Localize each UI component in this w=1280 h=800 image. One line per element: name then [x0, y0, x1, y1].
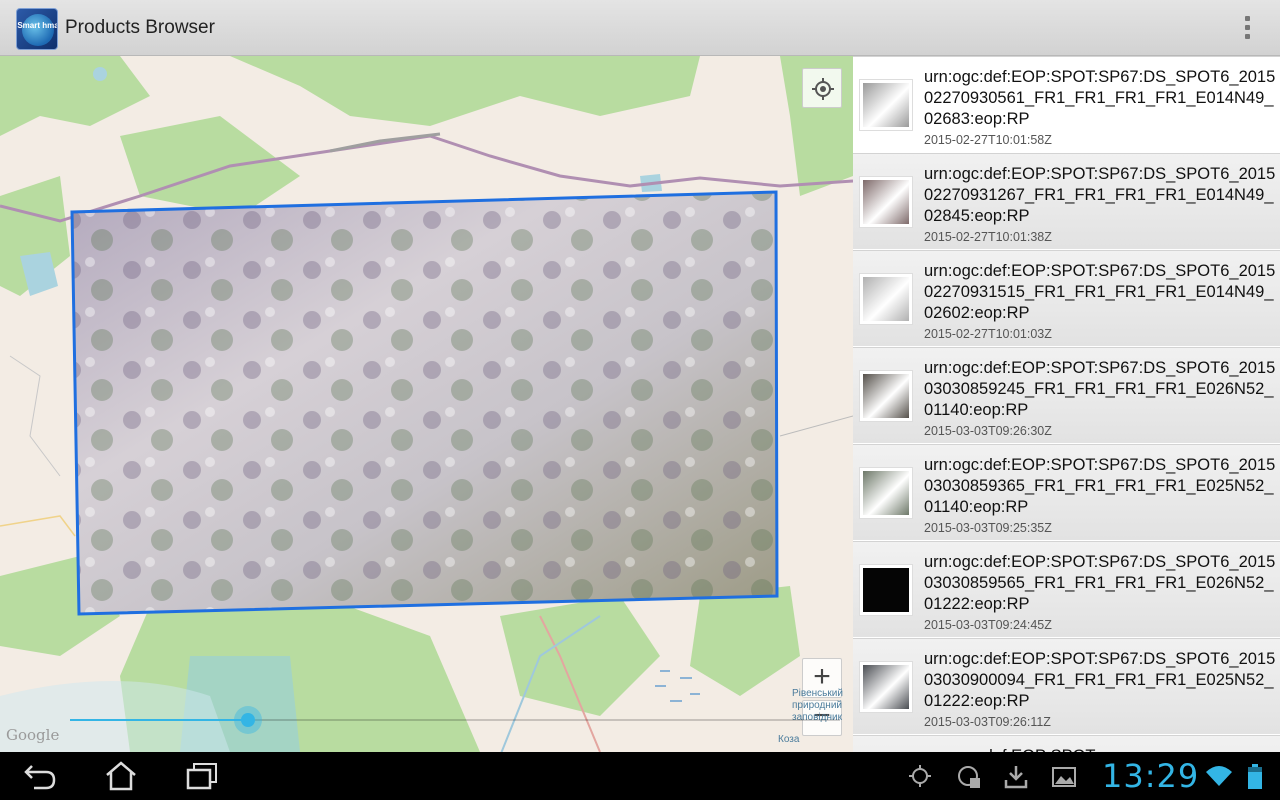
product-date: 2015-02-27T10:01:38Z — [924, 230, 1052, 244]
status-clock: 13:29 — [1102, 757, 1200, 795]
action-bar: Smart hma Products Browser — [0, 0, 1280, 56]
product-title: urn:ogc:def:EOP:SPOT:SP67:DS_SPOT6_20150… — [924, 262, 1276, 322]
my-location-button[interactable] — [802, 68, 842, 108]
product-date: 2015-02-27T10:01:03Z — [924, 327, 1052, 341]
product-thumbnail — [859, 467, 913, 519]
google-attribution: Google — [6, 726, 60, 744]
back-icon[interactable] — [22, 760, 58, 792]
overflow-menu-icon[interactable] — [1234, 12, 1262, 44]
product-title: urn:ogc:def:EOP:SPOT:SP67:DS_SPOT6_20150… — [924, 359, 1276, 419]
home-icon[interactable] — [104, 760, 138, 792]
product-title: urn:ogc:def:EOP:SPOT:SP67:DS_SPOT6_20150… — [924, 650, 1276, 710]
app-logo-text: Smart hma — [17, 21, 58, 30]
download-icon — [1004, 766, 1028, 789]
map-label-river: Коза — [778, 734, 800, 745]
product-list-item[interactable]: urn:ogc:def:EOP:SPOT:SP67:DS_SPOT6_20150… — [853, 153, 1280, 250]
product-thumbnail — [859, 370, 913, 422]
product-title: urn:ogc:def:EOP:SPOT:SP67:DS_SPOT6_20150… — [924, 553, 1276, 613]
product-list-item[interactable]: urn:ogc:def:EOP:SPOT:SP67:DS_SPOT6_20150… — [853, 541, 1280, 638]
wifi-icon — [1206, 766, 1232, 786]
product-list-item[interactable]: urn:ogc:def:EOP:SPOT:SP67:DS_SPOT6_20150… — [853, 250, 1280, 347]
system-bar: 13:29 — [0, 752, 1280, 800]
product-list-item[interactable]: urn:ogc:def:EOP:SPOT:SP67:DS_SPOT6_20150… — [853, 347, 1280, 444]
app-notification-icon — [958, 766, 980, 788]
product-date: 2015-03-03T09:24:45Z — [924, 618, 1052, 632]
product-list[interactable]: urn:ogc:def:EOP:SPOT:SP67:DS_SPOT6_20150… — [853, 56, 1280, 752]
product-title: urn:ogc:def:EOP:SPOT:SP67:DS_SPOT6_20150… — [924, 165, 1276, 225]
page-title: Products Browser — [65, 17, 215, 38]
app-logo-icon[interactable]: Smart hma — [16, 8, 58, 50]
product-date: 2015-02-27T10:01:58Z — [924, 133, 1052, 147]
satellite-footprint — [70, 190, 779, 616]
timeline-progress — [70, 719, 248, 721]
timeline-thumb[interactable] — [234, 706, 262, 734]
recent-apps-icon[interactable] — [184, 760, 220, 792]
gps-icon — [909, 765, 931, 787]
product-title: urn:ogc:def:EOP:SPOT:SP67:DS_SPOT6_20150… — [924, 68, 1276, 128]
product-thumbnail — [859, 564, 913, 616]
map-background — [0, 56, 853, 752]
product-date: 2015-03-03T09:26:30Z — [924, 424, 1052, 438]
gallery-icon — [1052, 767, 1076, 787]
my-location-icon — [812, 78, 834, 100]
product-date: 2015-03-03T09:26:11Z — [924, 715, 1051, 729]
product-list-item[interactable]: urn:ogc:def:EOP:SPOT:SP67:DS_SPOT6_20150… — [853, 56, 1280, 153]
battery-icon — [1248, 764, 1262, 789]
product-title: urn:ogc:def:EOP:SPOT:SP67:DS_SPOT6_20150… — [924, 456, 1276, 516]
product-thumbnail — [859, 176, 913, 228]
product-list-item[interactable]: urn:ogc:def:EOP:SPOT:SP67:DS_SPOT6_20150… — [853, 444, 1280, 541]
product-thumbnail — [859, 661, 913, 713]
map-view[interactable]: + − Рівенський природний заповідник Коза… — [0, 56, 853, 752]
product-thumbnail — [859, 273, 913, 325]
product-thumbnail — [859, 79, 913, 131]
product-list-item[interactable]: urn:ogc:def:EOP:SPOT:SP67:DS_SPOT6_20150… — [853, 638, 1280, 735]
product-list-item[interactable]: urn:ogc:def:EOP:SPOT: — [853, 735, 1280, 752]
product-date: 2015-03-03T09:25:35Z — [924, 521, 1052, 535]
